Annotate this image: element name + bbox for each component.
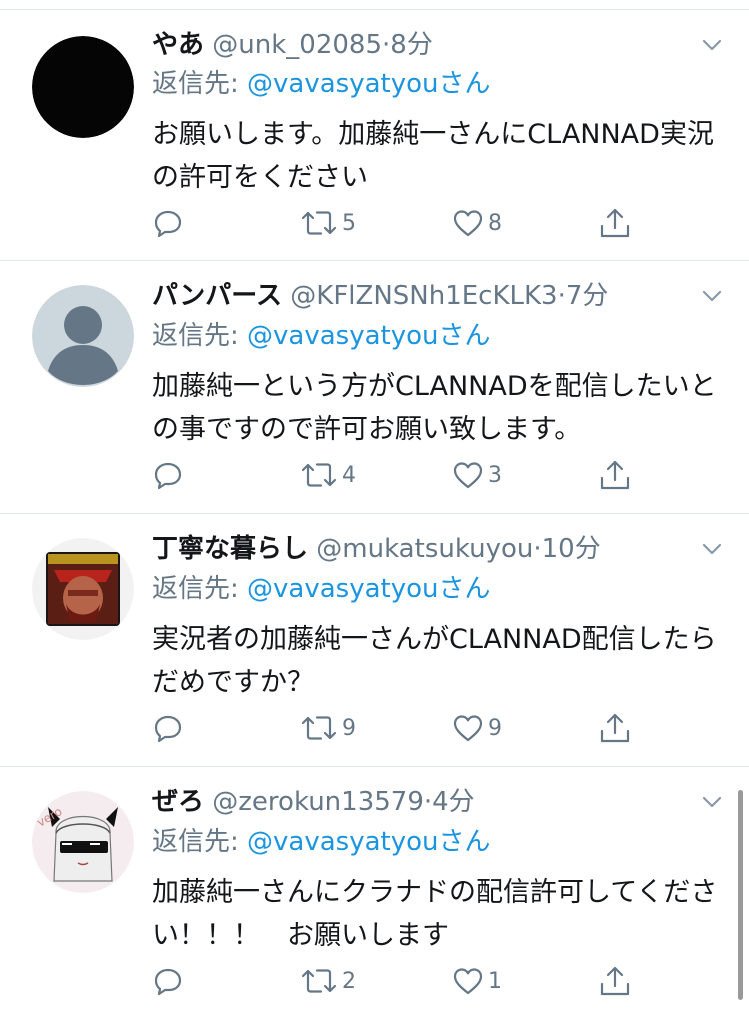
tweet[interactable]: vero ぜろ @zerokun13579·4分 返信先: @vavasyaty… <box>0 767 749 1015</box>
reply-context: 返信先: @vavasyatyouさん <box>152 574 491 604</box>
heart-icon <box>453 210 483 237</box>
avatar[interactable] <box>32 538 134 640</box>
retweet-icon <box>301 969 337 993</box>
share-icon <box>600 208 630 238</box>
retweet-icon <box>301 463 337 487</box>
timestamp[interactable]: 10分 <box>542 534 601 564</box>
retweet-count: 5 <box>342 210 356 236</box>
tweet-text: 実況者の加藤純一さんがCLANNAD配信したらだめですか？ <box>152 624 717 698</box>
share-button[interactable] <box>598 711 632 745</box>
reply-mention-link[interactable]: @vavasyatyouさん <box>247 69 490 99</box>
reply-context: 返信先: @vavasyatyouさん <box>152 321 491 351</box>
tweet[interactable]: 丁寧な暮らし @mukatsukuyou·10分 返信先: @vavasyaty… <box>0 514 749 767</box>
tweet-actions: 2 1 <box>152 964 642 998</box>
separator-dot: · <box>423 787 433 817</box>
like-button[interactable]: 9 <box>452 711 502 745</box>
heart-icon <box>453 715 483 742</box>
reply-prefix: 返信先: <box>152 69 248 99</box>
reply-prefix: 返信先: <box>152 321 248 351</box>
reply-context: 返信先: @vavasyatyouさん <box>152 69 491 99</box>
user-handle[interactable]: @unk_02085 <box>212 30 382 60</box>
tweet-text: 加藤純一さんにクラナドの配信許可してください！！！ お願いします <box>152 877 718 951</box>
reply-icon <box>154 210 182 238</box>
share-icon <box>600 966 630 996</box>
reply-icon <box>154 462 182 490</box>
separator-dot: · <box>533 534 542 564</box>
tweet[interactable]: やあ @unk_02085·8分 返信先: @vavasyatyouさん お願い… <box>0 10 749 261</box>
retweet-button[interactable]: 5 <box>300 206 356 240</box>
reply-mention-link[interactable]: @vavasyatyouさん <box>247 321 490 351</box>
tweet-header: 丁寧な暮らし @mukatsukuyou·10分 <box>152 534 601 564</box>
timestamp[interactable]: 8分 <box>390 30 433 60</box>
timestamp[interactable]: 4分 <box>432 787 475 817</box>
share-icon <box>600 713 630 743</box>
reply-button[interactable] <box>152 206 188 240</box>
reply-prefix: 返信先: <box>152 827 248 857</box>
retweet-count: 9 <box>342 715 356 741</box>
tweet-text: 加藤純一という方がCLANNADを配信したいとの事ですので許可お願い致します。 <box>152 371 717 445</box>
tweet-actions: 4 3 <box>152 458 642 492</box>
share-button[interactable] <box>598 964 632 998</box>
retweet-button[interactable]: 9 <box>300 711 356 745</box>
share-button[interactable] <box>598 458 632 492</box>
like-button[interactable]: 1 <box>452 964 502 998</box>
heart-icon <box>453 968 483 995</box>
share-icon <box>600 460 630 490</box>
reply-prefix: 返信先: <box>152 574 248 604</box>
reply-mention-link[interactable]: @vavasyatyouさん <box>247 827 490 857</box>
heart-icon <box>453 462 483 489</box>
separator-dot: · <box>557 281 566 311</box>
reply-icon <box>154 968 182 996</box>
scrollbar[interactable] <box>738 790 743 1000</box>
tweet-header: やあ @unk_02085·8分 <box>152 30 433 60</box>
like-count: 1 <box>488 968 502 994</box>
display-name[interactable]: やあ <box>152 30 204 60</box>
reply-button[interactable] <box>152 458 188 492</box>
avatar[interactable]: vero <box>32 791 134 893</box>
tweet-header: パンパース @KFlZNSNh1EcKLK3·7分 <box>152 281 608 311</box>
tweet-actions: 9 9 <box>152 711 642 745</box>
retweet-icon <box>301 211 337 235</box>
reply-mention-link[interactable]: @vavasyatyouさん <box>247 574 490 604</box>
like-count: 3 <box>488 462 502 488</box>
tweet-header: ぜろ @zerokun13579·4分 <box>152 787 475 817</box>
display-name[interactable]: 丁寧な暮らし <box>152 534 308 564</box>
chevron-down-icon[interactable] <box>701 285 723 307</box>
retweet-icon <box>301 716 337 740</box>
chevron-down-icon[interactable] <box>701 34 723 56</box>
retweet-count: 4 <box>342 462 356 488</box>
avatar[interactable] <box>32 285 134 387</box>
tweet[interactable]: パンパース @KFlZNSNh1EcKLK3·7分 返信先: @vavasyat… <box>0 261 749 514</box>
timestamp[interactable]: 7分 <box>566 281 609 311</box>
user-handle[interactable]: @zerokun13579 <box>212 787 424 817</box>
display-name[interactable]: ぜろ <box>152 787 204 817</box>
user-handle[interactable]: @KFlZNSNh1EcKLK3 <box>290 281 557 311</box>
retweet-button[interactable]: 4 <box>300 458 356 492</box>
like-button[interactable]: 8 <box>452 206 502 240</box>
reply-icon <box>154 715 182 743</box>
like-button[interactable]: 3 <box>452 458 502 492</box>
chevron-down-icon[interactable] <box>701 538 723 560</box>
reply-button[interactable] <box>152 711 188 745</box>
reply-button[interactable] <box>152 964 188 998</box>
share-button[interactable] <box>598 206 632 240</box>
retweet-count: 2 <box>342 968 356 994</box>
retweet-button[interactable]: 2 <box>300 964 356 998</box>
avatar[interactable] <box>32 36 134 138</box>
reply-context: 返信先: @vavasyatyouさん <box>152 827 491 857</box>
like-count: 8 <box>488 210 502 236</box>
like-count: 9 <box>488 715 502 741</box>
tweet-text: お願いします。加藤純一さんにCLANNAD実況の許可をください <box>152 119 714 193</box>
top-divider <box>0 0 749 10</box>
display-name[interactable]: パンパース <box>152 281 282 311</box>
user-handle[interactable]: @mukatsukuyou <box>316 534 533 564</box>
chevron-down-icon[interactable] <box>701 791 723 813</box>
tweet-actions: 5 8 <box>152 206 642 240</box>
